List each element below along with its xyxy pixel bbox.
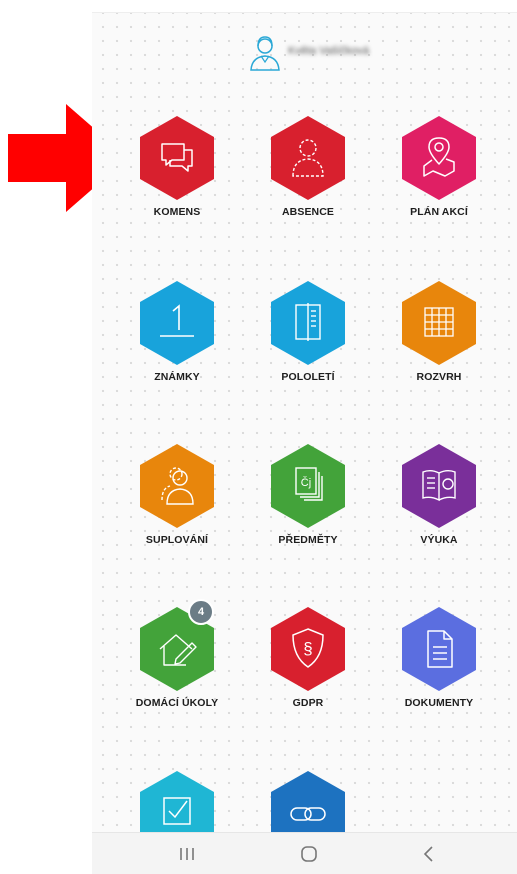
hexagon: § — [271, 607, 345, 691]
back-icon[interactable] — [414, 841, 444, 867]
hexagon — [402, 607, 476, 691]
tile-label: PŘEDMĚTY — [278, 534, 338, 546]
chat-bubbles-icon — [161, 143, 193, 172]
tile-label: VÝUKA — [420, 534, 458, 546]
hexagon — [140, 444, 214, 528]
tile-znamky[interactable]: ZNÁMKY — [117, 281, 237, 401]
hexagon: Čj — [271, 444, 345, 528]
tile-domaci-ukoly[interactable]: 4 DOMÁCÍ ÚKOLY — [117, 599, 237, 727]
tile-pololeti[interactable]: POLOLETÍ — [248, 281, 368, 401]
tile-predmety[interactable]: Čj PŘEDMĚTY — [248, 444, 368, 564]
grade-one-icon — [160, 304, 194, 337]
hexagon — [140, 116, 214, 200]
notification-badge: 4 — [188, 599, 214, 625]
hexagon — [402, 116, 476, 200]
map-pin-icon — [423, 137, 455, 177]
subject-cards-icon: Čj — [295, 467, 323, 501]
tile-label: ABSENCE — [281, 206, 335, 218]
tile-vyuka[interactable]: VÝUKA — [379, 444, 499, 564]
tile-suplovani[interactable]: SUPLOVÁNÍ — [117, 444, 237, 564]
home-icon[interactable] — [294, 841, 324, 867]
gdpr-shield-icon: § — [292, 628, 324, 668]
timetable-grid-icon — [424, 307, 454, 337]
absent-person-icon — [292, 139, 324, 177]
open-book-icon — [295, 303, 321, 341]
tile-label: PLÁN AKCÍ — [410, 206, 468, 218]
tile-plan-akci[interactable]: PLÁN AKCÍ — [379, 116, 499, 236]
document-icon — [427, 630, 453, 668]
substitute-person-icon — [161, 467, 194, 505]
svg-text:Čj: Čj — [301, 476, 311, 489]
user-name: Květa Vašíčková — [288, 45, 370, 57]
hexagon — [140, 281, 214, 365]
phone-screen: Květa Vašíčková KOMENS ABSENCE PLÁN AKCÍ… — [92, 0, 517, 874]
hexagon — [402, 281, 476, 365]
user-avatar-icon — [250, 36, 280, 71]
hexagon — [271, 116, 345, 200]
tile-label: GDPR — [292, 697, 324, 709]
tile-komens[interactable]: KOMENS — [117, 116, 237, 236]
tile-rozvrh[interactable]: ROZVRH — [379, 281, 499, 401]
tile-absence[interactable]: ABSENCE — [248, 116, 368, 236]
navigation-bar — [92, 832, 517, 874]
tile-label: KOMENS — [153, 206, 201, 218]
tile-label: ZNÁMKY — [154, 371, 200, 383]
tile-label: ROZVRH — [416, 371, 462, 383]
user-header[interactable]: Květa Vašíčková — [92, 34, 517, 74]
tile-dokumenty[interactable]: DOKUMENTY — [379, 607, 499, 727]
tile-label: POLOLETÍ — [281, 371, 335, 383]
recent-apps-icon[interactable] — [172, 841, 202, 867]
tile-label: DOMÁCÍ ÚKOLY — [135, 697, 219, 709]
tile-label: SUPLOVÁNÍ — [145, 534, 209, 546]
hexagon — [402, 444, 476, 528]
tile-label: DOKUMENTY — [404, 697, 474, 709]
tile-gdpr[interactable]: § GDPR — [248, 607, 368, 727]
hexagon — [271, 281, 345, 365]
status-bar — [92, 0, 517, 13]
lesson-book-icon — [422, 470, 456, 502]
svg-text:§: § — [303, 639, 312, 658]
